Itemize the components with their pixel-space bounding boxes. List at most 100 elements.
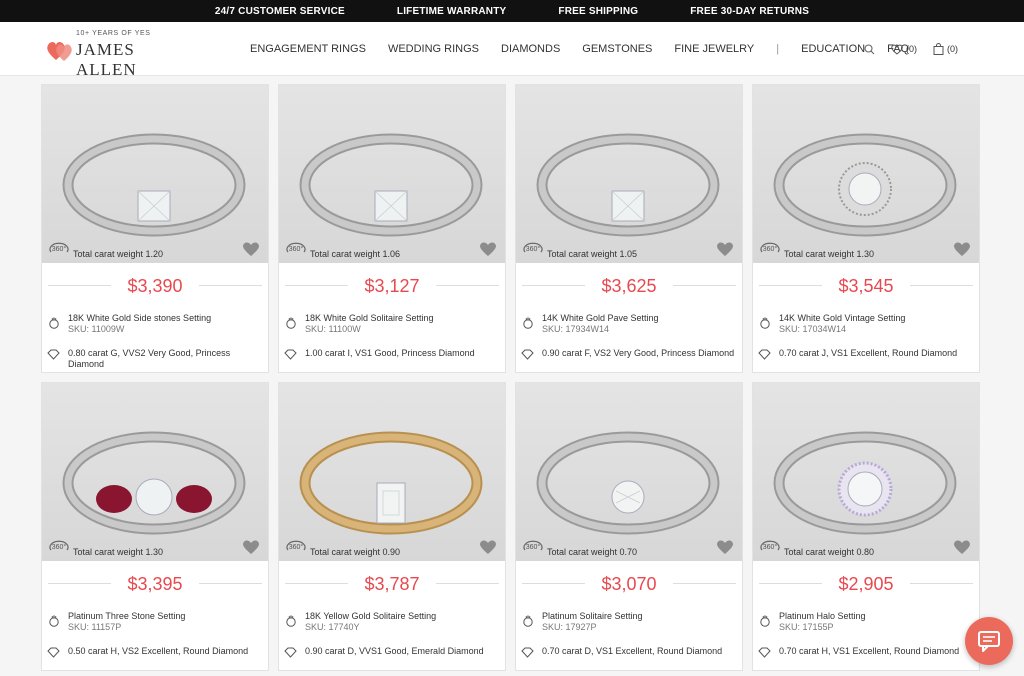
product-card[interactable]: 360° Total carat weight 0.90 $3,787 18K Yel… bbox=[278, 382, 506, 671]
wishlist-button[interactable]: (0) bbox=[891, 44, 917, 55]
nav-diamonds[interactable]: DIAMONDS bbox=[501, 43, 560, 55]
360-view-icon[interactable]: 360° bbox=[759, 240, 781, 258]
promo-free-shipping[interactable]: FREE SHIPPING bbox=[558, 6, 638, 17]
diamond-icon bbox=[758, 647, 771, 658]
logo-heart-icon bbox=[47, 42, 72, 61]
360-view-icon[interactable]: 360° bbox=[759, 538, 781, 556]
nav-education[interactable]: EDUCATION bbox=[801, 43, 865, 55]
360-view-icon[interactable]: 360° bbox=[522, 240, 544, 258]
nav-fine-jewelry[interactable]: FINE JEWELRY bbox=[674, 43, 754, 55]
product-card[interactable]: 360° Total carat weight 0.80 $2,905 Platinu… bbox=[752, 382, 980, 671]
sku: SKU: 11100W bbox=[305, 324, 361, 334]
product-card[interactable]: 360° Total carat weight 1.05 $3,625 14K Whi… bbox=[515, 84, 743, 373]
product-image[interactable]: 360° Total carat weight 0.90 bbox=[279, 383, 505, 561]
360-view-icon[interactable]: 360° bbox=[285, 240, 307, 258]
svg-text:360°: 360° bbox=[526, 245, 541, 253]
ring-setting-icon bbox=[286, 317, 296, 329]
nav-wedding-rings[interactable]: WEDDING RINGS bbox=[388, 43, 479, 55]
promo-customer-service[interactable]: 24/7 CUSTOMER SERVICE bbox=[215, 6, 345, 17]
360-view-icon[interactable]: 360° bbox=[522, 538, 544, 556]
promo-lifetime-warranty[interactable]: LIFETIME WARRANTY bbox=[397, 6, 507, 17]
favorite-heart-icon[interactable] bbox=[716, 241, 734, 257]
setting-name[interactable]: 14K White Gold Pave Setting bbox=[542, 313, 659, 323]
chat-button[interactable] bbox=[965, 617, 1013, 665]
logo-tagline: 10+ YEARS OF YES bbox=[76, 30, 151, 37]
diamond-icon bbox=[521, 647, 534, 658]
favorite-heart-icon[interactable] bbox=[716, 539, 734, 555]
nav-engagement-rings[interactable]: ENGAGEMENT RINGS bbox=[250, 43, 366, 55]
svg-text:360°: 360° bbox=[763, 543, 778, 551]
price-wrap: $3,390 bbox=[42, 276, 268, 297]
ring-setting-icon bbox=[286, 615, 296, 627]
favorite-heart-icon[interactable] bbox=[953, 241, 971, 257]
promo-bar: 24/7 CUSTOMER SERVICE LIFETIME WARRANTY … bbox=[0, 0, 1024, 22]
promo-free-returns[interactable]: FREE 30-DAY RETURNS bbox=[690, 6, 809, 17]
product-image[interactable]: 360° Total carat weight 1.30 bbox=[753, 85, 979, 263]
price-wrap: $3,070 bbox=[516, 574, 742, 595]
setting-name[interactable]: 14K White Gold Vintage Setting bbox=[779, 313, 905, 323]
carat-weight: Total carat weight 1.30 bbox=[73, 547, 164, 557]
product-card[interactable]: 360° Total carat weight 1.20 $3,390 18K Whi… bbox=[41, 84, 269, 373]
ring-image bbox=[62, 133, 246, 237]
product-image[interactable]: 360° Total carat weight 0.70 bbox=[516, 383, 742, 561]
svg-text:360°: 360° bbox=[763, 245, 778, 253]
site-header: 10+ YEARS OF YES JAMES ALLEN ENGAGEMENT … bbox=[0, 22, 1024, 79]
diamond-details[interactable]: 0.70 carat J, VS1 Excellent, Round Diamo… bbox=[779, 348, 975, 359]
diamond-details[interactable]: 1.00 carat I, VS1 Good, Princess Diamond bbox=[305, 348, 501, 359]
price-wrap: $3,395 bbox=[42, 574, 268, 595]
sku: SKU: 11157P bbox=[68, 622, 122, 632]
product-image[interactable]: 360° Total carat weight 1.30 bbox=[42, 383, 268, 561]
chat-bubble-icon bbox=[978, 631, 1000, 652]
nav-gemstones[interactable]: GEMSTONES bbox=[582, 43, 652, 55]
diamond-details[interactable]: 0.80 carat G, VVS2 Very Good, Princess D… bbox=[68, 348, 264, 370]
setting-name[interactable]: 18K White Gold Side stones Setting bbox=[68, 313, 211, 323]
360-view-icon[interactable]: 360° bbox=[285, 538, 307, 556]
carat-weight: Total carat weight 1.05 bbox=[547, 249, 638, 259]
360-view-icon[interactable]: 360° bbox=[48, 240, 70, 258]
diamond-details[interactable]: 0.50 carat H, VS2 Excellent, Round Diamo… bbox=[68, 646, 264, 657]
svg-text:360°: 360° bbox=[526, 543, 541, 551]
svg-text:360°: 360° bbox=[52, 245, 67, 253]
favorite-heart-icon[interactable] bbox=[479, 539, 497, 555]
sku: SKU: 17034W14 bbox=[779, 324, 847, 334]
diamond-icon bbox=[284, 349, 297, 360]
favorite-heart-icon[interactable] bbox=[953, 539, 971, 555]
product-image[interactable]: 360° Total carat weight 0.80 bbox=[753, 383, 979, 561]
product-card[interactable]: 360° Total carat weight 1.30 $3,395 Platinu… bbox=[41, 382, 269, 671]
heart-icon bbox=[891, 44, 903, 55]
product-image[interactable]: 360° Total carat weight 1.05 bbox=[516, 85, 742, 263]
carat-weight: Total carat weight 0.70 bbox=[547, 547, 638, 557]
diamond-icon bbox=[758, 349, 771, 360]
favorite-heart-icon[interactable] bbox=[242, 539, 260, 555]
setting-name[interactable]: 18K White Gold Solitaire Setting bbox=[305, 313, 434, 323]
favorite-heart-icon[interactable] bbox=[242, 241, 260, 257]
diamond-details[interactable]: 0.90 carat F, VS2 Very Good, Princess Di… bbox=[542, 348, 738, 359]
diamond-details[interactable]: 0.70 carat H, VS1 Excellent, Round Diamo… bbox=[779, 646, 975, 657]
ring-setting-icon bbox=[760, 317, 770, 329]
price: $3,390 bbox=[111, 276, 199, 296]
price-wrap: $3,127 bbox=[279, 276, 505, 297]
setting-name[interactable]: Platinum Solitaire Setting bbox=[542, 611, 643, 621]
360-view-icon[interactable]: 360° bbox=[48, 538, 70, 556]
svg-text:360°: 360° bbox=[289, 543, 304, 551]
product-card[interactable]: 360° Total carat weight 1.06 $3,127 18K Whi… bbox=[278, 84, 506, 373]
diamond-details[interactable]: 0.70 carat D, VS1 Excellent, Round Diamo… bbox=[542, 646, 738, 657]
favorite-heart-icon[interactable] bbox=[479, 241, 497, 257]
logo[interactable]: 10+ YEARS OF YES JAMES ALLEN bbox=[46, 30, 196, 79]
setting-name[interactable]: 18K Yellow Gold Solitaire Setting bbox=[305, 611, 436, 621]
diamond-icon bbox=[521, 349, 534, 360]
logo-brand: JAMES ALLEN bbox=[76, 40, 137, 79]
search-icon bbox=[864, 43, 875, 54]
product-card[interactable]: 360° Total carat weight 1.30 $3,545 14K Whi… bbox=[752, 84, 980, 373]
product-image[interactable]: 360° Total carat weight 1.20 bbox=[42, 85, 268, 263]
product-image[interactable]: 360° Total carat weight 1.06 bbox=[279, 85, 505, 263]
setting-name[interactable]: Platinum Halo Setting bbox=[779, 611, 866, 621]
ring-image bbox=[299, 431, 483, 535]
diamond-details[interactable]: 0.90 carat D, VVS1 Good, Emerald Diamond bbox=[305, 646, 501, 657]
cart-button[interactable]: (0) bbox=[933, 43, 958, 55]
setting-name[interactable]: Platinum Three Stone Setting bbox=[68, 611, 185, 621]
wishlist-count: (0) bbox=[906, 44, 917, 54]
search-button[interactable] bbox=[864, 43, 875, 55]
price-wrap: $2,905 bbox=[753, 574, 979, 595]
product-card[interactable]: 360° Total carat weight 0.70 $3,070 Platinu… bbox=[515, 382, 743, 671]
